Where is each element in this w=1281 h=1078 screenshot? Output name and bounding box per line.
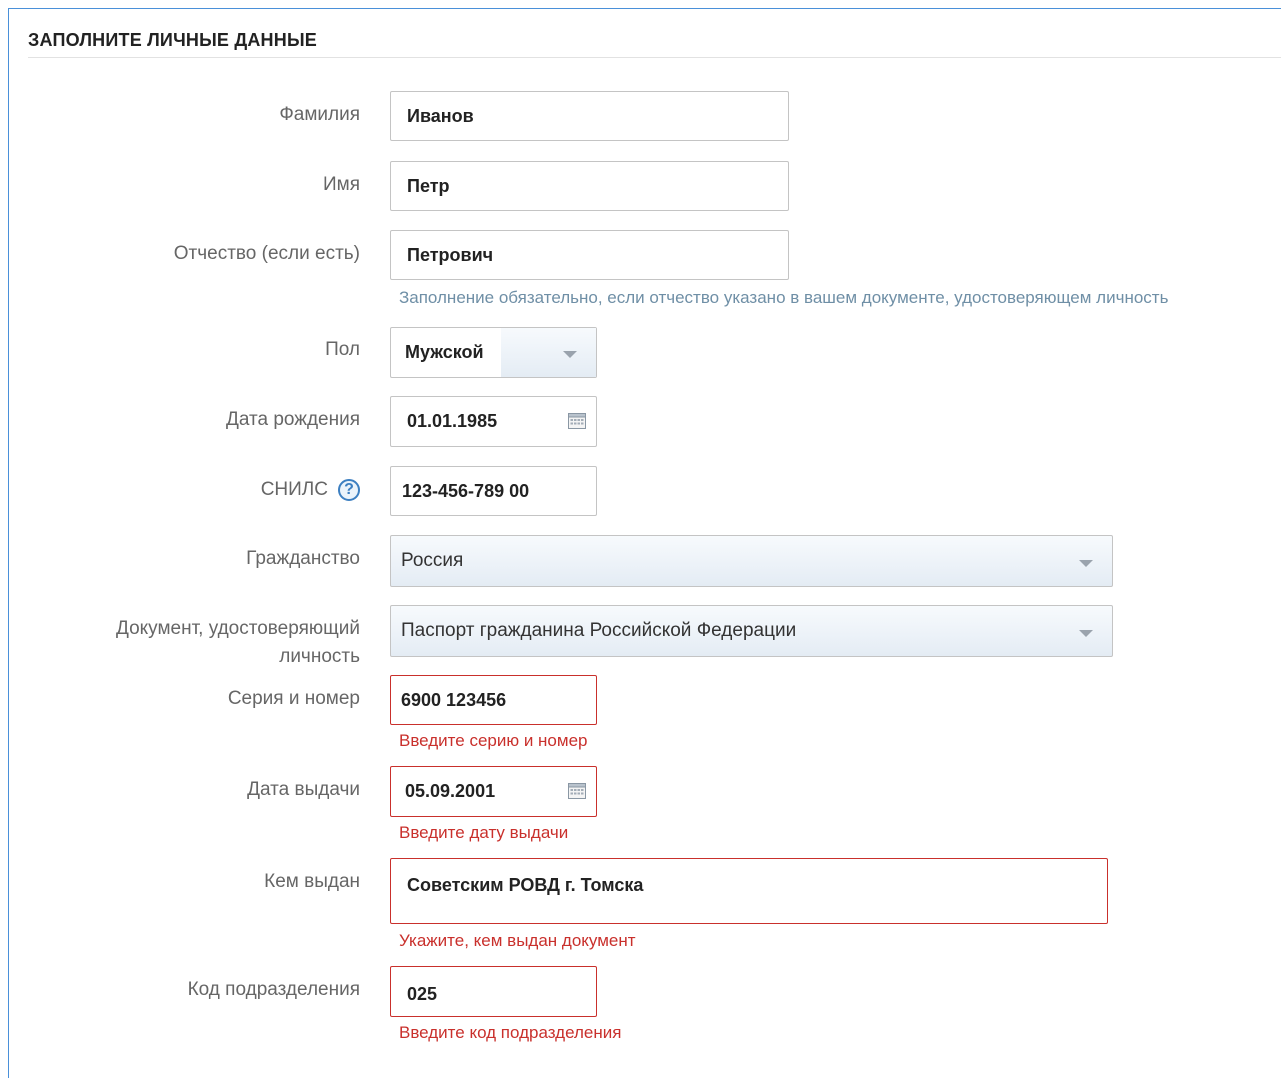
snils-value: 123-456-789 00 [402, 480, 530, 501]
patronymic-label: Отчество (если есть) [173, 243, 360, 264]
patronymic-value: Петрович [407, 244, 494, 265]
issued-by-field[interactable]: Советским РОВД г. Томска [390, 858, 1108, 924]
citizenship-value: Россия [401, 550, 464, 571]
name-label: Имя [322, 174, 360, 195]
birth-date-value: 01.01.1985 [407, 411, 498, 431]
patronymic-field[interactable]: Петрович [390, 230, 789, 280]
surname-label: Фамилия [279, 104, 360, 125]
issue-date-value: 05.09.2001 [405, 781, 496, 801]
gender-select-button [501, 328, 596, 377]
citizenship-select[interactable]: Россия [390, 535, 1113, 587]
id-document-select[interactable]: Паспорт гражданина Российской Федерации [390, 605, 1113, 657]
surname-value: Иванов [407, 105, 474, 126]
title-divider [28, 57, 1281, 58]
division-code-label: Код подразделения [187, 979, 360, 1000]
issued-by-value: Советским РОВД г. Томска [407, 874, 644, 895]
name-field[interactable]: Петр [390, 161, 789, 211]
birth-date-field[interactable]: 01.01.1985 [390, 396, 597, 447]
division-code-error: Введите код подразделения [399, 1023, 622, 1042]
snils-label: СНИЛС? [261, 476, 360, 504]
chevron-down-icon [563, 351, 577, 358]
series-number-value: 6900 123456 [401, 689, 507, 710]
issue-date-field[interactable]: 05.09.2001 [390, 766, 597, 817]
id-document-label-line2: личность [279, 646, 360, 667]
series-number-error: Введите серию и номер [399, 731, 588, 750]
page-title: ЗАПОЛНИТЕ ЛИЧНЫЕ ДАННЫЕ [28, 30, 317, 50]
division-code-value: 025 [407, 984, 438, 1004]
snils-label-text: СНИЛС [260, 479, 328, 500]
surname-field[interactable]: Иванов [390, 91, 789, 141]
name-value: Петр [407, 175, 450, 196]
issued-by-label: Кем выдан [264, 871, 360, 892]
series-number-field[interactable]: 6900 123456 [390, 675, 597, 725]
series-number-label: Серия и номер [227, 688, 360, 709]
birth-date-label: Дата рождения [225, 409, 360, 430]
id-document-label: Документ, удостоверяющий личность [116, 615, 360, 671]
citizenship-label: Гражданство [246, 548, 360, 569]
chevron-down-icon [1079, 560, 1093, 567]
issue-date-label: Дата выдачи [247, 779, 360, 800]
calendar-icon[interactable] [568, 412, 586, 429]
chevron-down-icon [1079, 630, 1093, 637]
help-icon[interactable]: ? [338, 478, 360, 501]
gender-value: Мужской [405, 342, 484, 362]
issue-date-error: Введите дату выдачи [399, 823, 569, 842]
gender-select[interactable]: Мужской [390, 327, 597, 378]
issued-by-error: Укажите, кем выдан документ [399, 931, 636, 950]
id-document-value: Паспорт гражданина Российской Федерации [401, 620, 797, 641]
patronymic-hint: Заполнение обязательно, если отчество ук… [399, 288, 1169, 307]
id-document-label-line1: Документ, удостоверяющий [115, 618, 360, 639]
division-code-field[interactable]: 025 [390, 966, 597, 1017]
calendar-icon[interactable] [568, 782, 586, 799]
snils-field[interactable]: 123-456-789 00 [390, 466, 597, 516]
gender-label: Пол [325, 339, 360, 360]
